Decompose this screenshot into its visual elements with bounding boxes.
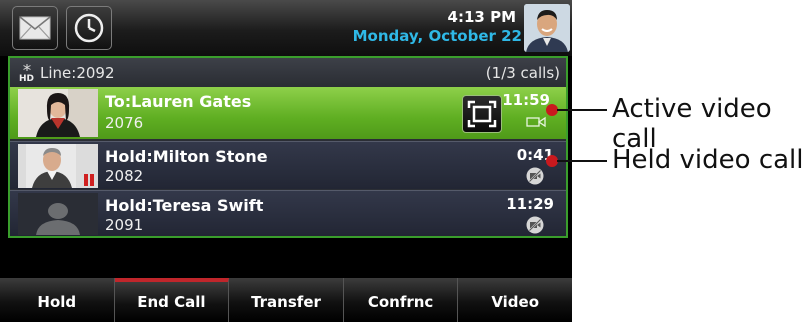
- held-call-leader-line: [557, 160, 607, 162]
- softkey-video[interactable]: Video: [458, 278, 572, 322]
- fullscreen-button[interactable]: [462, 95, 502, 133]
- clock-button[interactable]: [66, 6, 112, 50]
- messages-button[interactable]: [12, 6, 58, 50]
- call-timer: 11:29: [506, 195, 554, 213]
- phone-screen: 4:13 PM Monday, October 22 HD Line:2092: [0, 0, 572, 322]
- softkey-end-call[interactable]: End Call: [114, 278, 230, 322]
- softkey-transfer[interactable]: Transfer: [229, 278, 344, 322]
- call-number: 2082: [105, 167, 144, 185]
- call-name: Hold:Milton Stone: [105, 147, 268, 166]
- calls-count: (1/3 calls): [485, 64, 560, 82]
- clock-icon: [74, 13, 104, 43]
- hd-icon: HD: [19, 64, 34, 83]
- softkey-conference[interactable]: Confrnc: [343, 278, 459, 322]
- line-panel: HD Line:2092 (1/3 calls) To:Lauren Gates…: [8, 56, 568, 238]
- user-avatar[interactable]: [524, 4, 570, 52]
- envelope-icon: [19, 16, 51, 40]
- line-label: Line:2092: [40, 64, 115, 82]
- active-call-leader-line: [557, 109, 607, 111]
- fullscreen-icon: [467, 100, 497, 128]
- line-header: HD Line:2092 (1/3 calls): [10, 58, 566, 87]
- caller-video-thumbnail: [18, 144, 98, 188]
- caller-placeholder-avatar: [18, 193, 98, 235]
- video-off-icon: [526, 216, 544, 234]
- clock-time: 4:13 PM: [447, 8, 516, 26]
- call-row-held[interactable]: Hold:Milton Stone 2082 0:41: [10, 141, 566, 189]
- call-name: Hold:Teresa Swift: [105, 196, 264, 215]
- camera-icon: [526, 116, 546, 128]
- video-off-icon: [526, 167, 544, 185]
- call-row-active[interactable]: To:Lauren Gates 2076 11:59: [10, 87, 566, 139]
- caller-video-thumbnail: [18, 89, 98, 137]
- call-row-held[interactable]: Hold:Teresa Swift 2091 11:29: [10, 190, 566, 236]
- svg-text:HD: HD: [19, 74, 34, 83]
- call-name: To:Lauren Gates: [105, 92, 252, 111]
- softkey-hold[interactable]: Hold: [0, 278, 115, 322]
- clock-date: Monday, October 22: [352, 27, 522, 45]
- held-call-callout: Held video call: [612, 145, 804, 175]
- call-number: 2076: [105, 114, 144, 132]
- status-bar: 4:13 PM Monday, October 22: [0, 0, 572, 56]
- call-number: 2091: [105, 216, 144, 234]
- softkey-bar: Hold End Call Transfer Confrnc Video: [0, 278, 572, 322]
- call-timer: 11:59: [502, 91, 550, 109]
